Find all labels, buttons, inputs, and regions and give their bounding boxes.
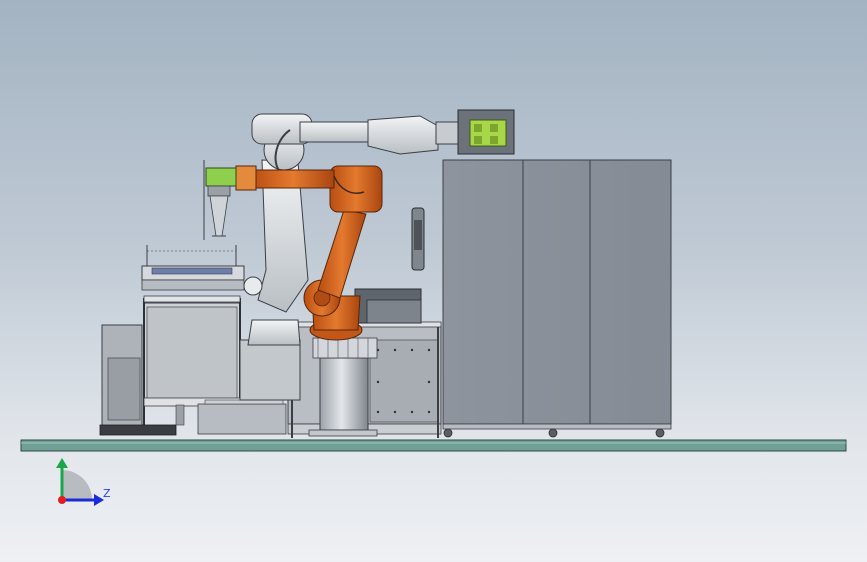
electrical-cabinet [442, 159, 672, 438]
cabinet-caster [443, 428, 665, 438]
origin-dot [58, 496, 66, 504]
orange-robot-tool [203, 160, 237, 240]
wall-sensor [411, 207, 425, 271]
controller-box [354, 288, 422, 324]
floor-plate [20, 439, 847, 452]
white-robot-gripper [457, 109, 515, 155]
z-axis-label: Z [103, 487, 111, 500]
robot-cell-assembly [20, 109, 847, 506]
cad-viewport[interactable]: Z [0, 0, 867, 562]
coordinate-triad [56, 458, 104, 506]
